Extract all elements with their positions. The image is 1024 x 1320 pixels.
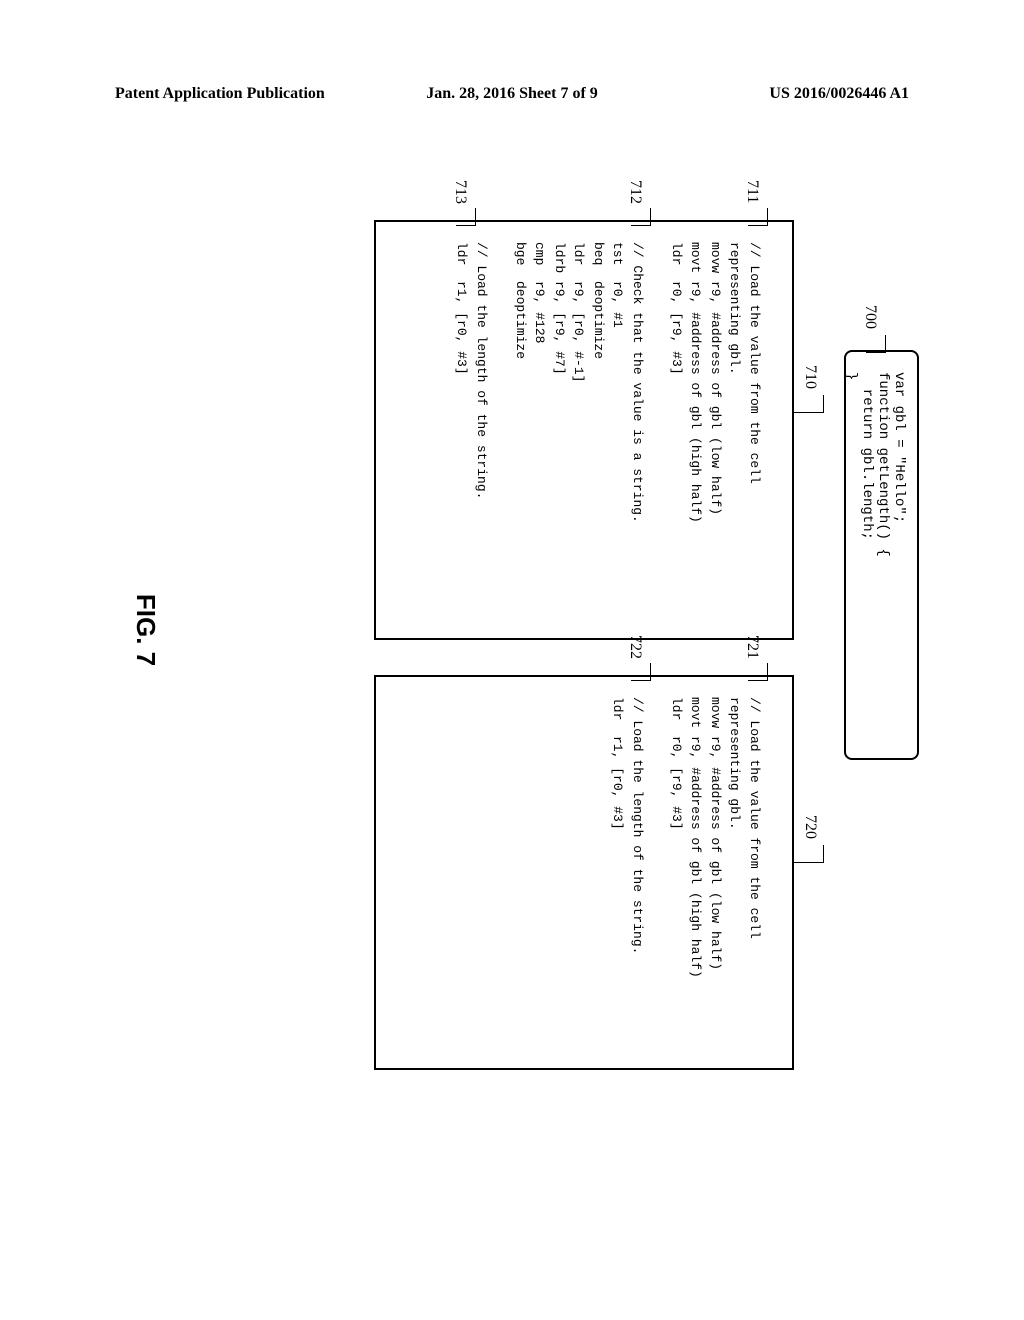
bracket-720	[794, 845, 824, 863]
header-date-sheet: Jan. 28, 2016 Sheet 7 of 9	[426, 85, 598, 103]
bracket-710	[794, 395, 824, 413]
ref-label-710: 710	[801, 365, 819, 389]
bracket-711	[748, 208, 768, 226]
code-box-720: // Load the value from the cell represen…	[374, 675, 794, 1070]
source-line-3: return gbl.length;	[859, 372, 875, 540]
ref-label-713: 713	[451, 180, 469, 204]
ref-label-722: 722	[626, 635, 644, 659]
code-710-seg2: // Check that the value is a string. tst…	[513, 242, 645, 523]
code-710-seg3: // Load the length of the string. ldr r1…	[455, 242, 490, 499]
bracket-721	[748, 663, 768, 681]
landscape-layout: var gbl = "Hello"; function getLength() …	[100, 180, 924, 1080]
ref-label-711: 711	[743, 180, 761, 203]
ref-label-712: 712	[626, 180, 644, 204]
source-code-box: var gbl = "Hello"; function getLength() …	[844, 350, 919, 760]
source-line-1: var gbl = "Hello";	[891, 372, 907, 523]
header-publication: Patent Application Publication	[115, 85, 325, 103]
figure-label: FIG. 7	[130, 594, 161, 666]
source-line-4: }	[843, 372, 859, 380]
page-header: Patent Application Publication Jan. 28, …	[0, 85, 1024, 103]
ref-label-721: 721	[743, 635, 761, 659]
bracket-712	[631, 208, 651, 226]
bracket-722	[631, 663, 651, 681]
ref-label-720: 720	[801, 815, 819, 839]
code-720-seg1: // Load the value from the cell represen…	[669, 697, 762, 978]
code-box-710: // Load the value from the cell represen…	[374, 220, 794, 640]
code-720-seg2: // Load the length of the string. ldr r1…	[611, 697, 646, 954]
figure-content: var gbl = "Hello"; function getLength() …	[62, 218, 962, 1042]
code-710-seg1: // Load the value from the cell represen…	[669, 242, 762, 523]
ref-label-700: 700	[861, 305, 879, 329]
source-line-2: function getLength() {	[875, 372, 891, 557]
bracket-713	[456, 208, 476, 226]
header-patent-number: US 2016/0026446 A1	[769, 85, 909, 103]
bracket-700	[866, 335, 886, 353]
